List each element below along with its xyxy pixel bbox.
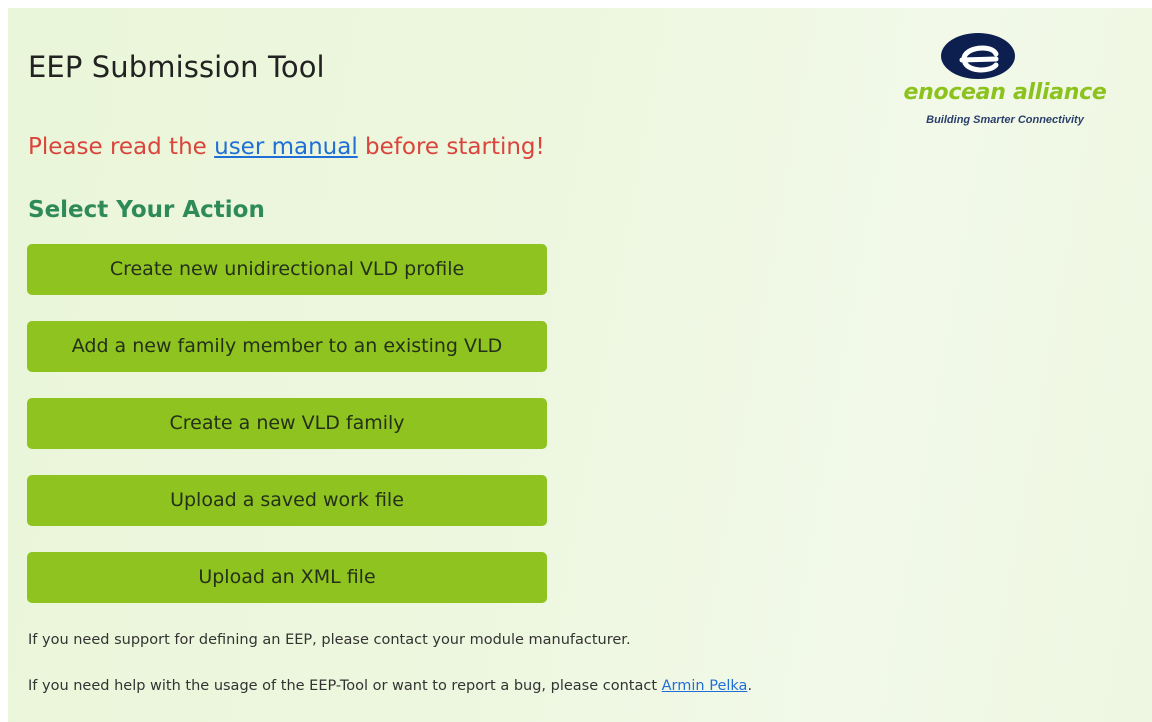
upload-work-file-button[interactable]: Upload a saved work file — [27, 475, 547, 526]
enocean-logo-icon — [941, 33, 1015, 79]
manual-notice-prefix: Please read the — [28, 134, 215, 160]
logo-tagline: Building Smarter Connectivity — [926, 114, 1084, 126]
main-panel: EEP Submission Tool enocean alliance Bui… — [8, 8, 1152, 722]
logo-wordmark: enocean alliance — [903, 80, 1107, 105]
contact-armin-pelka-link[interactable]: Armin Pelka — [662, 678, 748, 694]
manual-notice: Please read the user manual before start… — [28, 134, 545, 160]
enocean-alliance-logo: enocean alliance Building Smarter Connec… — [900, 30, 1110, 130]
select-action-heading: Select Your Action — [28, 197, 265, 223]
user-manual-link[interactable]: user manual — [214, 134, 358, 160]
support-note: If you need support for defining an EEP,… — [28, 632, 631, 648]
page-title: EEP Submission Tool — [28, 50, 325, 84]
add-family-member-button[interactable]: Add a new family member to an existing V… — [27, 321, 547, 372]
bug-report-note: If you need help with the usage of the E… — [28, 678, 752, 694]
bug-report-text: If you need help with the usage of the E… — [28, 678, 662, 694]
create-vld-family-button[interactable]: Create a new VLD family — [27, 398, 547, 449]
bug-report-period: . — [747, 678, 753, 694]
upload-xml-file-button[interactable]: Upload an XML file — [27, 552, 547, 603]
manual-notice-suffix: before starting! — [357, 134, 545, 160]
create-unidirectional-vld-button[interactable]: Create new unidirectional VLD profile — [27, 244, 547, 295]
